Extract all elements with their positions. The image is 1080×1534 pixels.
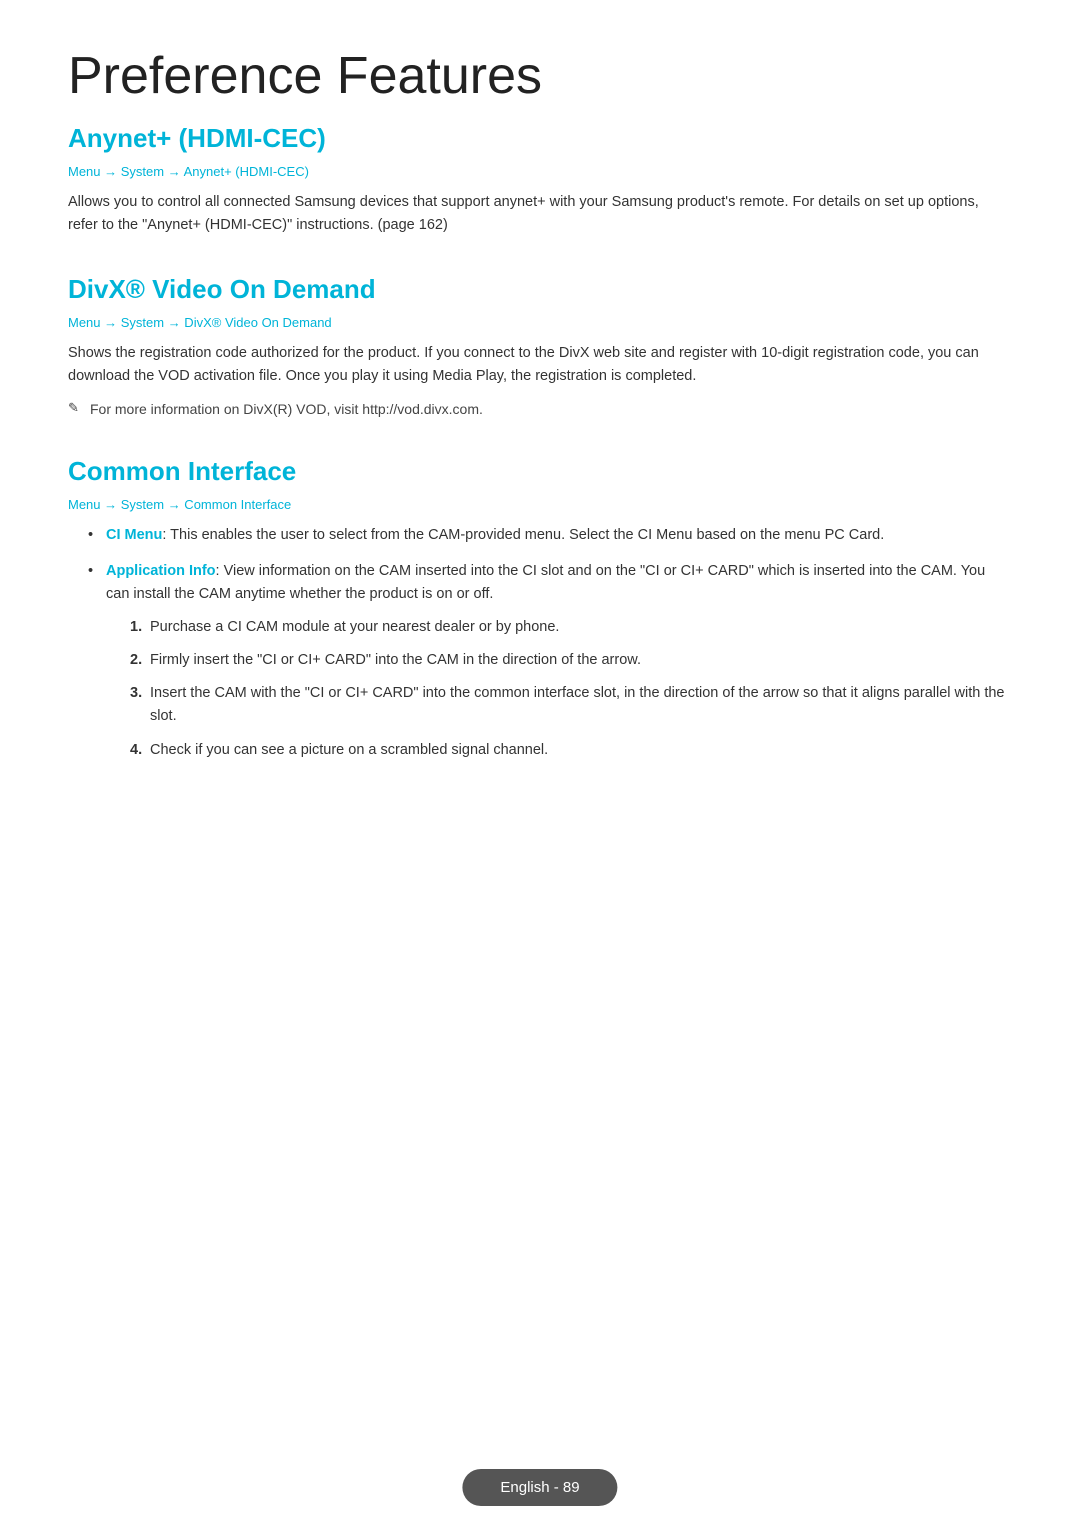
anynet-section: Anynet+ (HDMI-CEC) Menu → System → Anyne… [68, 123, 1012, 237]
step-2: 2. Firmly insert the "CI or CI+ CARD" in… [130, 649, 1012, 672]
anynet-heading: Anynet+ (HDMI-CEC) [68, 123, 1012, 154]
divx-body: Shows the registration code authorized f… [68, 342, 1012, 388]
bullet-ci-menu: CI Menu: This enables the user to select… [88, 524, 1012, 547]
app-info-term: Application Info [106, 563, 216, 579]
divx-heading: DivX® Video On Demand [68, 274, 1012, 305]
step-1-text: Purchase a CI CAM module at your nearest… [150, 619, 559, 635]
common-interface-heading: Common Interface [68, 456, 1012, 487]
step-3-text: Insert the CAM with the "CI or CI+ CARD"… [150, 685, 1005, 724]
step-3: 3. Insert the CAM with the "CI or CI+ CA… [130, 682, 1012, 728]
step-4: 4. Check if you can see a picture on a s… [130, 739, 1012, 762]
common-interface-bullets: CI Menu: This enables the user to select… [68, 524, 1012, 762]
common-interface-breadcrumb: Menu → System → Common Interface [68, 497, 1012, 512]
divx-note: For more information on DivX(R) VOD, vis… [68, 398, 1012, 420]
divx-breadcrumb: Menu → System → DivX® Video On Demand [68, 315, 1012, 330]
step-2-text: Firmly insert the "CI or CI+ CARD" into … [150, 652, 641, 668]
bullet-app-info: Application Info: View information on th… [88, 560, 1012, 762]
divx-section: DivX® Video On Demand Menu → System → Di… [68, 274, 1012, 421]
step-1: 1. Purchase a CI CAM module at your near… [130, 616, 1012, 639]
app-info-steps: 1. Purchase a CI CAM module at your near… [106, 616, 1012, 762]
page-title: Preference Features [68, 48, 1012, 105]
ci-menu-term: CI Menu [106, 527, 162, 543]
anynet-body: Allows you to control all connected Sams… [68, 191, 1012, 237]
footer-label: English - 89 [462, 1469, 617, 1506]
ci-menu-text: : This enables the user to select from t… [162, 527, 884, 543]
app-info-text: : View information on the CAM inserted i… [106, 563, 985, 602]
step-4-text: Check if you can see a picture on a scra… [150, 742, 548, 758]
anynet-breadcrumb: Menu → System → Anynet+ (HDMI-CEC) [68, 164, 1012, 179]
common-interface-section: Common Interface Menu → System → Common … [68, 456, 1012, 762]
